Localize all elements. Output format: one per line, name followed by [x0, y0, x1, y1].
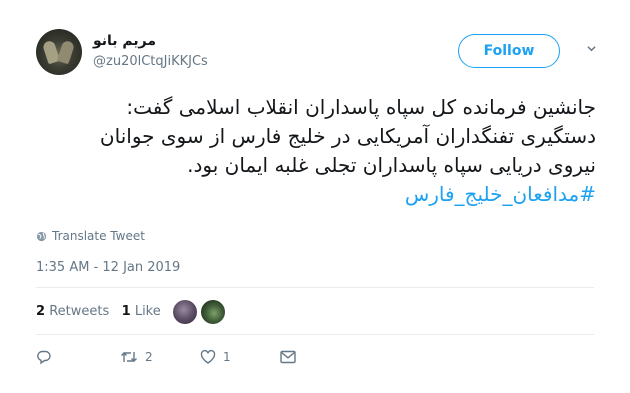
reply-icon	[37, 350, 51, 365]
tweet-line: دستگیری تفنگداران آمریکایی در خلیج فارس …	[99, 124, 596, 148]
like-button[interactable]: 1	[200, 349, 280, 365]
retweets-stat[interactable]: 2 Retweets	[36, 304, 109, 319]
reply-button[interactable]	[36, 349, 120, 365]
hashtag-link[interactable]: #مدافعان_خلیج_فارس	[405, 182, 596, 206]
retweet-count: 2	[145, 350, 153, 364]
direct-message-button[interactable]	[280, 350, 296, 364]
mail-icon	[280, 350, 296, 364]
retweets-count: 2	[36, 304, 46, 319]
author-avatar[interactable]	[36, 29, 82, 75]
avatar-hand-right	[56, 39, 76, 65]
chevron-down-icon[interactable]	[587, 44, 596, 53]
tweet-line: جانشین فرمانده کل سپاه پاسداران انقلاب ا…	[126, 95, 596, 119]
stats-bottom-divider	[36, 334, 594, 335]
likes-label: Like	[134, 304, 161, 319]
translate-label: Translate Tweet	[52, 229, 145, 243]
liker-avatar[interactable]	[201, 300, 225, 324]
tweet-stats: 2 Retweets 1 Like	[36, 304, 161, 319]
stats-top-divider	[36, 287, 594, 288]
liker-avatar[interactable]	[173, 300, 197, 324]
tweet-text: جانشین فرمانده کل سپاه پاسداران انقلاب ا…	[30, 93, 596, 209]
like-count: 1	[223, 350, 231, 364]
likes-count: 1	[121, 304, 131, 319]
follow-button[interactable]: Follow	[458, 34, 560, 68]
author-handle[interactable]: @zu20lCtqJiKKJCs	[93, 54, 208, 69]
retweets-label: Retweets	[49, 304, 110, 319]
tweet-actions: 2 1	[36, 349, 296, 365]
likes-stat[interactable]: 1 Like	[122, 304, 161, 319]
heart-icon	[200, 349, 216, 364]
author-display-name[interactable]: مریم بانو	[93, 33, 156, 49]
tweet-line: نیروی دریایی سپاه پاسداران تجلی غلبه ایم…	[187, 153, 596, 177]
retweet-icon	[121, 352, 137, 362]
tweet-timestamp[interactable]: 1:35 AM - 12 Jan 2019	[36, 260, 180, 275]
translate-tweet-link[interactable]: Translate Tweet	[36, 229, 145, 243]
globe-icon	[36, 231, 47, 241]
retweet-button[interactable]: 2	[120, 349, 200, 365]
